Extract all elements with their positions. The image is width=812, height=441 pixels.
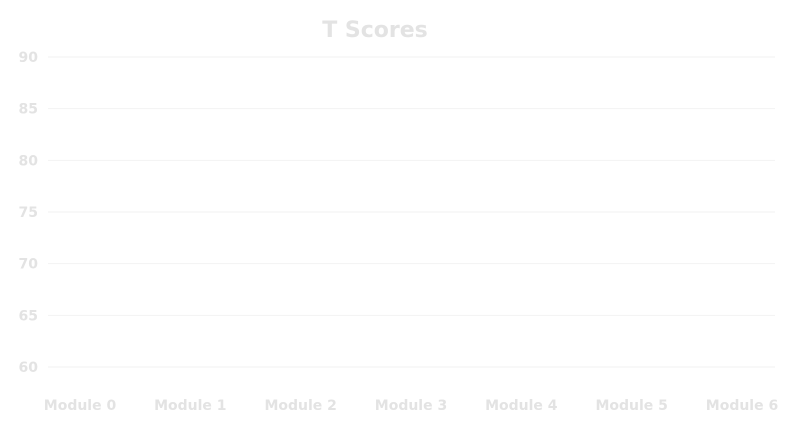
y-axis-tick-labels: 60 65 70 75 80 85 90: [19, 50, 39, 376]
y-tick-label: 80: [19, 153, 39, 169]
x-tick-label: Module 0: [44, 398, 117, 414]
x-tick-label: Module 5: [595, 398, 667, 414]
x-axis-tick-labels: Module 0 Module 1 Module 2 Module 3 Module 4…: [44, 398, 778, 414]
gridlines: [48, 56, 775, 368]
x-tick-label: Module 4: [485, 398, 558, 414]
y-tick-label: 60: [19, 360, 39, 376]
x-tick-label: Module 2: [264, 398, 336, 414]
y-tick-label: 65: [19, 308, 38, 324]
chart-container: T Scores 60 65 70 75 80 85 90 Module 0 Module 1…: [0, 0, 812, 441]
y-tick-label: 90: [19, 50, 39, 66]
chart-svg: T Scores 60 65 70 75 80 85 90 Module 0 Module 1…: [19, 18, 779, 414]
y-tick-label: 75: [19, 205, 38, 221]
x-tick-label: Module 1: [154, 398, 226, 414]
x-tick-label: Module 3: [375, 398, 447, 414]
y-tick-label: 70: [19, 257, 39, 273]
y-tick-label: 85: [19, 102, 38, 118]
x-tick-label: Module 6: [706, 398, 778, 414]
chart-title: T Scores: [322, 18, 428, 43]
